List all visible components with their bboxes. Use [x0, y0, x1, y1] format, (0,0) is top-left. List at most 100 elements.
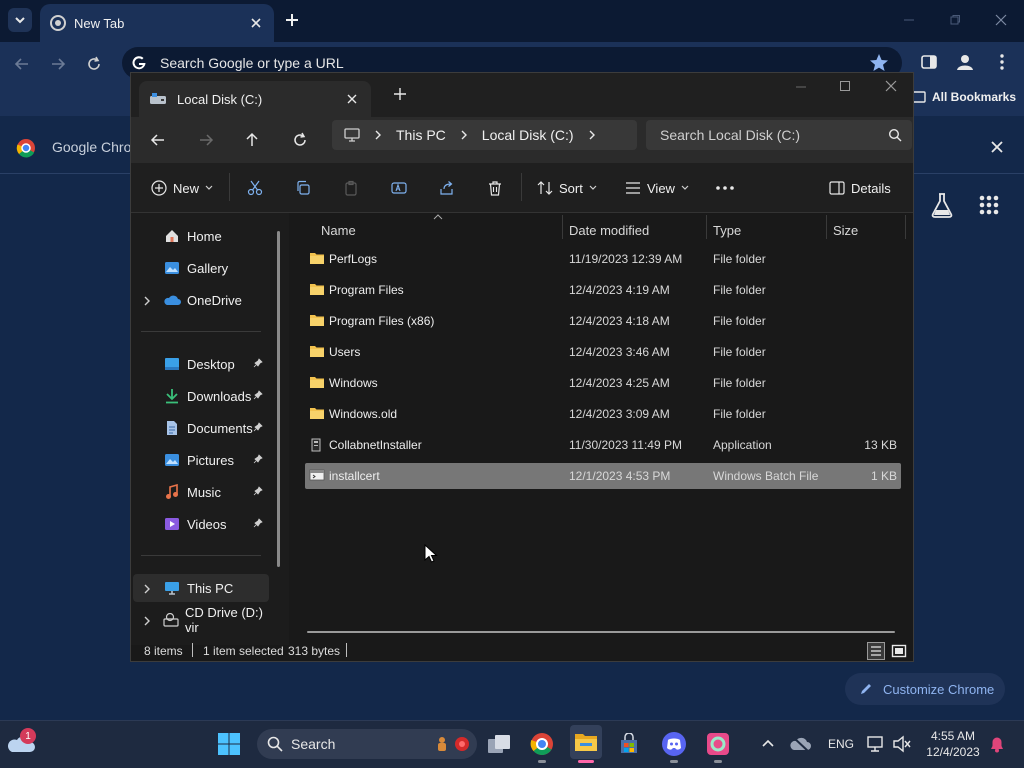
explorer-forward-button[interactable]	[191, 125, 221, 155]
rename-button[interactable]	[391, 175, 407, 201]
nav-item-pictures[interactable]: Pictures	[133, 446, 269, 474]
file-row-windows[interactable]: Windows 12/4/2023 4:25 AM File folder	[305, 370, 901, 396]
file-row-program-files[interactable]: Program Files 12/4/2023 4:19 AM File fol…	[305, 277, 901, 303]
chrome-close-button[interactable]	[986, 6, 1016, 34]
task-view-button[interactable]	[484, 729, 514, 759]
labs-button[interactable]	[930, 192, 954, 218]
tray-network-status[interactable]	[866, 735, 886, 753]
explorer-minimize-button[interactable]	[795, 81, 807, 93]
chrome-tab-close-button[interactable]	[246, 13, 266, 33]
delete-button[interactable]	[487, 175, 503, 201]
taskbar-file-explorer[interactable]	[570, 725, 602, 759]
explorer-tab-local-disk[interactable]: Local Disk (C:)	[139, 81, 371, 117]
see-more-button[interactable]	[715, 175, 735, 201]
nav-item-gallery[interactable]: Gallery	[133, 254, 269, 282]
taskbar-store[interactable]	[614, 729, 644, 759]
new-button[interactable]: New	[151, 175, 213, 201]
explorer-new-tab-button[interactable]	[393, 87, 407, 101]
large-icons-view-toggle[interactable]	[891, 643, 907, 659]
customize-chrome-button[interactable]: Customize Chrome	[845, 673, 1005, 705]
nav-item-videos[interactable]: Videos	[133, 510, 269, 538]
chrome-forward-button[interactable]	[44, 50, 72, 78]
column-header-name[interactable]: Name	[321, 219, 356, 241]
explorer-refresh-button[interactable]	[285, 125, 315, 155]
tab-search-button[interactable]	[8, 8, 32, 32]
nav-item-onedrive[interactable]: OneDrive	[133, 286, 269, 314]
share-button[interactable]	[439, 175, 455, 201]
pin-icon[interactable]	[253, 390, 263, 400]
nav-item-desktop[interactable]: Desktop	[133, 350, 269, 378]
pin-icon[interactable]	[253, 518, 263, 528]
column-separator[interactable]	[706, 215, 707, 239]
details-view-toggle[interactable]	[867, 642, 885, 660]
pin-icon[interactable]	[253, 422, 263, 432]
column-header-date[interactable]: Date modified	[569, 219, 649, 241]
column-separator[interactable]	[905, 215, 906, 239]
chevron-right-icon[interactable]	[143, 615, 151, 627]
explorer-back-button[interactable]	[143, 125, 173, 155]
chrome-tab-new-tab[interactable]: New Tab	[40, 4, 274, 42]
chrome-menu-button[interactable]	[994, 53, 1010, 71]
explorer-maximize-button[interactable]	[839, 80, 851, 92]
nav-item-this-pc[interactable]: This PC	[133, 574, 269, 602]
file-row-windows-old[interactable]: Windows.old 12/4/2023 3:09 AM File folde…	[305, 401, 901, 427]
chrome-minimize-button[interactable]	[894, 6, 924, 34]
new-tab-button[interactable]	[280, 8, 304, 32]
column-separator[interactable]	[826, 215, 827, 239]
tray-overflow-button[interactable]	[760, 737, 776, 749]
explorer-up-button[interactable]	[237, 125, 267, 155]
cut-button[interactable]	[247, 175, 263, 201]
paste-button[interactable]	[343, 175, 359, 201]
view-button[interactable]: View	[625, 175, 689, 201]
notifications-button[interactable]	[988, 735, 1006, 753]
language-indicator[interactable]: ENG	[828, 737, 854, 751]
file-row-installcert[interactable]: installcert 12/1/2023 4:53 PM Windows Ba…	[305, 463, 901, 489]
banner-close-button[interactable]	[988, 138, 1006, 156]
tray-network[interactable]	[790, 735, 812, 753]
pin-icon[interactable]	[253, 358, 263, 368]
profile-button[interactable]	[954, 51, 976, 73]
side-panel-button[interactable]	[920, 53, 938, 71]
explorer-tab-close-button[interactable]	[347, 94, 357, 104]
column-header-type[interactable]: Type	[713, 219, 741, 241]
column-header-size[interactable]: Size	[833, 219, 858, 241]
bookmark-star-button[interactable]	[868, 52, 890, 74]
breadcrumb-local-disk[interactable]: Local Disk (C:)	[482, 127, 574, 143]
file-row-program-files-x86[interactable]: Program Files (x86) 12/4/2023 4:18 AM Fi…	[305, 308, 901, 334]
address-bar[interactable]: This PC Local Disk (C:)	[332, 120, 637, 150]
pin-icon[interactable]	[253, 486, 263, 496]
chrome-reload-button[interactable]	[80, 50, 108, 78]
nav-item-downloads[interactable]: Downloads	[133, 382, 269, 410]
details-pane-button[interactable]: Details	[829, 175, 891, 201]
taskbar-app[interactable]	[703, 729, 733, 759]
copy-button[interactable]	[295, 175, 311, 201]
all-bookmarks-button[interactable]: All Bookmarks	[912, 90, 1016, 104]
tray-volume[interactable]	[892, 735, 912, 753]
column-separator[interactable]	[562, 215, 563, 239]
nav-item-music[interactable]: Music	[133, 478, 269, 506]
chrome-restore-button[interactable]	[940, 6, 970, 34]
horizontal-scrollbar[interactable]	[307, 631, 895, 633]
sort-button[interactable]: Sort	[537, 175, 597, 201]
chevron-right-icon[interactable]	[143, 583, 151, 595]
explorer-search-input[interactable]: Search Local Disk (C:)	[646, 120, 912, 150]
explorer-close-button[interactable]	[885, 80, 897, 92]
taskbar-chrome[interactable]	[527, 729, 557, 759]
nav-item-cd-drive[interactable]: CD Drive (D:) vir	[133, 605, 269, 635]
taskbar-discord[interactable]	[659, 729, 689, 759]
google-apps-button[interactable]	[978, 194, 1000, 216]
start-button[interactable]	[214, 729, 244, 759]
nav-item-documents[interactable]: Documents	[133, 414, 269, 442]
taskbar-clock[interactable]: 4:55 AM 12/4/2023	[920, 728, 986, 760]
nav-scrollbar[interactable]	[277, 231, 280, 567]
pin-icon[interactable]	[253, 454, 263, 464]
chrome-back-button[interactable]	[8, 50, 36, 78]
file-row-users[interactable]: Users 12/4/2023 3:46 AM File folder	[305, 339, 901, 365]
breadcrumb-chevron-icon[interactable]	[588, 129, 596, 141]
chevron-right-icon[interactable]	[143, 295, 151, 307]
taskbar-search[interactable]: Search	[257, 729, 477, 759]
nav-item-home[interactable]: Home	[133, 222, 269, 250]
breadcrumb-this-pc[interactable]: This PC	[396, 127, 446, 143]
file-row-perflogs[interactable]: PerfLogs 11/19/2023 12:39 AM File folder	[305, 246, 901, 272]
file-row-collabnetinstaller[interactable]: CollabnetInstaller 11/30/2023 11:49 PM A…	[305, 432, 901, 458]
